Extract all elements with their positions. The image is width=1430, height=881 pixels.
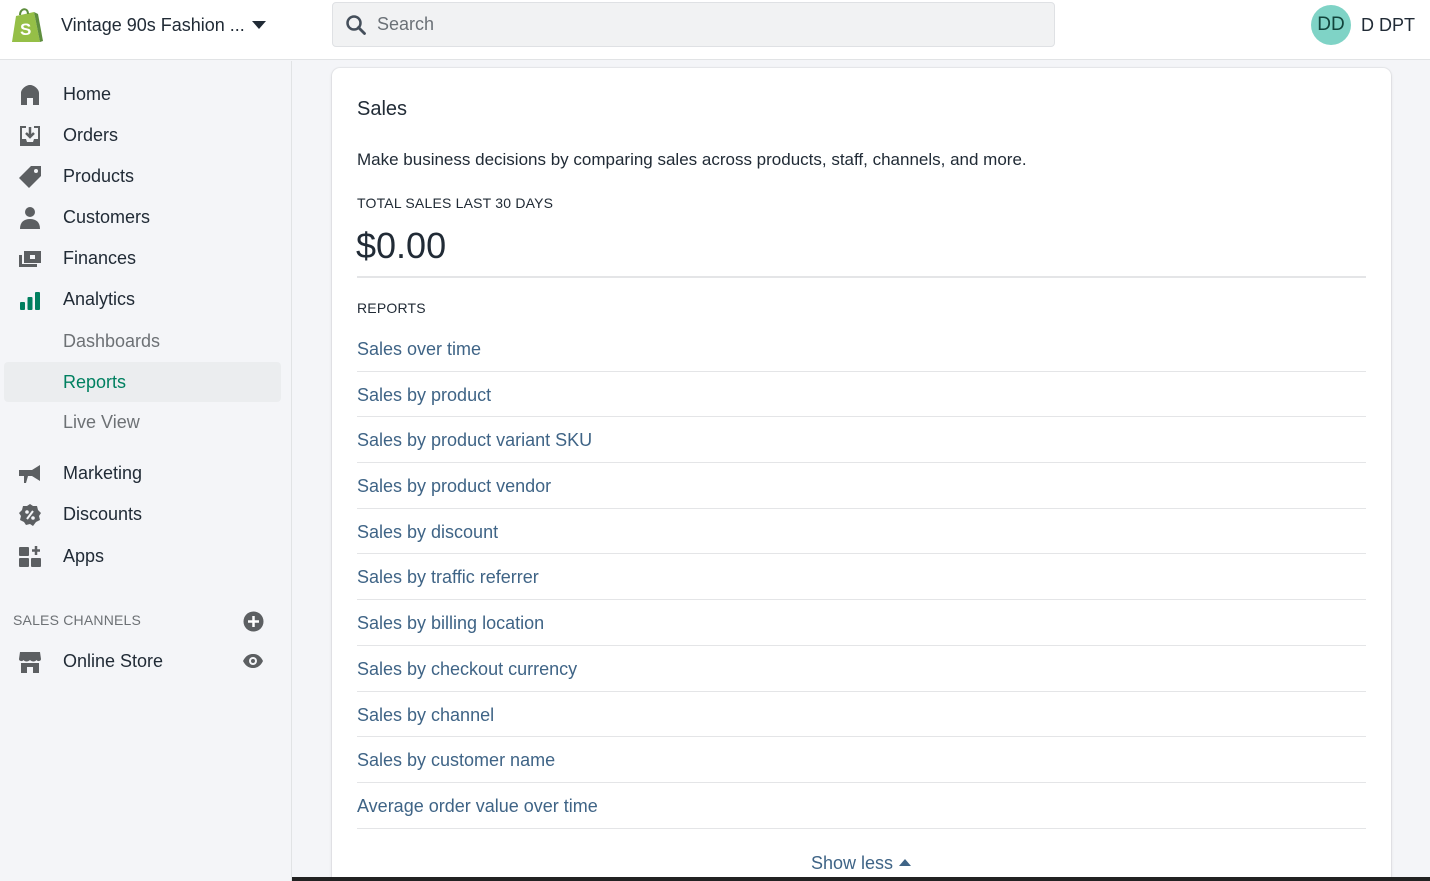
sidebar-item-label: Finances — [63, 248, 137, 268]
divider — [357, 276, 1366, 278]
sidebar-item-label: Products — [63, 166, 135, 186]
card-title: Sales — [357, 98, 408, 120]
caret-up-icon — [899, 859, 912, 866]
sidebar-item-label: Reports — [63, 372, 127, 392]
sidebar-item-finances[interactable]: Finances — [4, 238, 281, 278]
report-link-sales-by-channel[interactable]: Sales by channel — [357, 692, 1366, 738]
sidebar-item-online-store[interactable]: Online Store — [4, 641, 281, 681]
finances-icon — [19, 251, 41, 267]
report-link-sales-by-traffic-referrer[interactable]: Sales by traffic referrer — [357, 554, 1366, 601]
sidebar-item-label: Live View — [63, 412, 140, 432]
sidebar-item-label: Analytics — [63, 289, 136, 309]
total-sales-value: $0.00 — [356, 225, 447, 266]
sidebar-item-home[interactable]: Home — [4, 74, 281, 114]
eye-icon[interactable] — [242, 653, 264, 669]
reports-label: REPORTS — [357, 300, 426, 316]
sidebar-item-label: Online Store — [63, 651, 164, 671]
sidebar-item-dashboards[interactable]: Dashboards — [4, 321, 281, 361]
report-link-sales-by-billing-location[interactable]: Sales by billing location — [357, 600, 1366, 646]
sidebar-item-label: Apps — [63, 546, 105, 566]
add-sales-channel-icon[interactable] — [243, 611, 264, 632]
sidebar: Home Orders Products Customers Finances … — [0, 61, 292, 881]
sidebar-item-orders[interactable]: Orders — [4, 115, 281, 155]
sidebar-item-customers[interactable]: Customers — [4, 197, 281, 237]
report-link-sales-by-variant-sku[interactable]: Sales by product variant SKU — [357, 417, 1366, 464]
sidebar-item-discounts[interactable]: Discounts — [4, 494, 281, 534]
report-link-sales-by-product[interactable]: Sales by product — [357, 372, 1366, 418]
avatar[interactable]: DD — [1311, 5, 1351, 45]
sidebar-item-analytics[interactable]: Analytics — [4, 279, 281, 319]
sidebar-item-products[interactable]: Products — [4, 156, 281, 196]
store-icon — [19, 652, 41, 673]
card-description: Make business decisions by comparing sal… — [357, 150, 1027, 169]
svg-text:S: S — [20, 20, 31, 39]
sales-channels-title: SALES CHANNELS — [13, 612, 142, 628]
sidebar-item-label: Customers — [63, 207, 151, 227]
top-bar: S Vintage 90s Fashion ... DD D DPT — [0, 0, 1430, 60]
shopify-logo-icon[interactable]: S — [10, 6, 44, 44]
report-list: Sales over time Sales by product Sales b… — [357, 326, 1366, 829]
person-icon — [20, 207, 40, 229]
page-background — [1400, 61, 1430, 881]
sidebar-item-label: Dashboards — [63, 331, 161, 351]
bar-chart-icon — [20, 292, 40, 310]
report-link-sales-by-discount[interactable]: Sales by discount — [357, 509, 1366, 555]
show-less-button[interactable]: Show less — [811, 853, 912, 874]
orders-icon — [20, 126, 40, 146]
report-link-sales-by-checkout-currency[interactable]: Sales by checkout currency — [357, 646, 1366, 692]
sidebar-item-live-view[interactable]: Live View — [4, 402, 281, 442]
user-name[interactable]: D DPT — [1361, 15, 1415, 36]
search-bar[interactable] — [332, 2, 1055, 47]
sidebar-item-label: Marketing — [63, 463, 143, 483]
megaphone-icon — [19, 465, 40, 483]
report-link-sales-by-customer-name[interactable]: Sales by customer name — [357, 737, 1366, 783]
report-link-sales-over-time[interactable]: Sales over time — [357, 326, 1366, 372]
apps-icon — [19, 546, 41, 567]
tag-icon — [19, 166, 41, 188]
sales-reports-card: Sales Make business decisions by compari… — [332, 68, 1391, 881]
show-less-label: Show less — [811, 853, 894, 873]
sidebar-item-label: Orders — [63, 125, 119, 145]
search-icon — [346, 15, 366, 35]
window-bottom-edge — [292, 877, 1430, 881]
sidebar-item-marketing[interactable]: Marketing — [4, 453, 281, 493]
store-name[interactable]: Vintage 90s Fashion ... — [61, 15, 245, 36]
sidebar-item-apps[interactable]: Apps — [4, 536, 281, 576]
home-icon — [21, 85, 39, 105]
store-dropdown-caret-icon[interactable] — [252, 21, 266, 29]
report-link-sales-by-vendor[interactable]: Sales by product vendor — [357, 463, 1366, 509]
total-sales-label: TOTAL SALES LAST 30 DAYS — [357, 195, 554, 211]
sidebar-item-label: Discounts — [63, 504, 143, 524]
discount-icon — [19, 504, 41, 526]
sidebar-item-reports[interactable]: Reports — [4, 362, 281, 402]
sidebar-item-label: Home — [63, 84, 112, 104]
search-input[interactable] — [377, 3, 1037, 46]
report-link-average-order-value[interactable]: Average order value over time — [357, 783, 1366, 829]
